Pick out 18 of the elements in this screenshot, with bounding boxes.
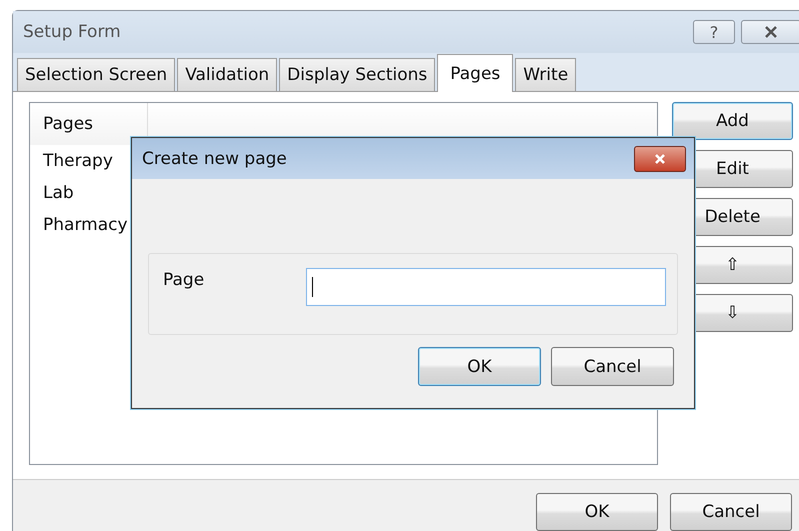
close-button[interactable] [634,146,686,172]
dialog-title: Create new page [142,148,287,168]
cancel-button[interactable]: Cancel [551,347,674,386]
ok-button[interactable]: OK [536,493,658,531]
tab[interactable]: Validation [177,58,278,91]
cancel-button[interactable]: Cancel [670,493,792,531]
input-field[interactable] [306,268,666,306]
close-button[interactable] [741,20,799,44]
tab[interactable]: Write [515,58,576,91]
field-label: Page [163,270,206,290]
tab[interactable]: Selection Screen [17,58,176,91]
close-icon [763,26,779,38]
help-button[interactable]: ? [693,20,735,44]
tab[interactable]: Pages [437,54,514,92]
ok-button[interactable]: OK [418,347,541,386]
side-button[interactable]: Add [672,102,793,140]
tab[interactable]: Display Sections [279,58,436,91]
window-title: Setup Form [23,22,122,42]
